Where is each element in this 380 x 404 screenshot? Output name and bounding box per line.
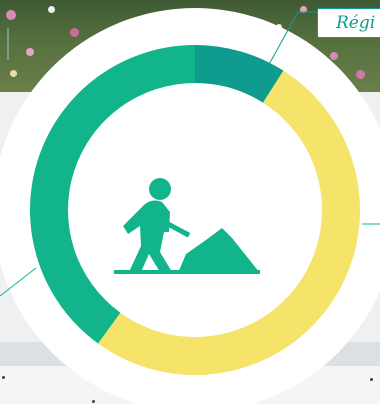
region-label-text: Régi (336, 13, 376, 33)
donut-chart (0, 8, 380, 404)
region-label: Régi (317, 8, 380, 38)
